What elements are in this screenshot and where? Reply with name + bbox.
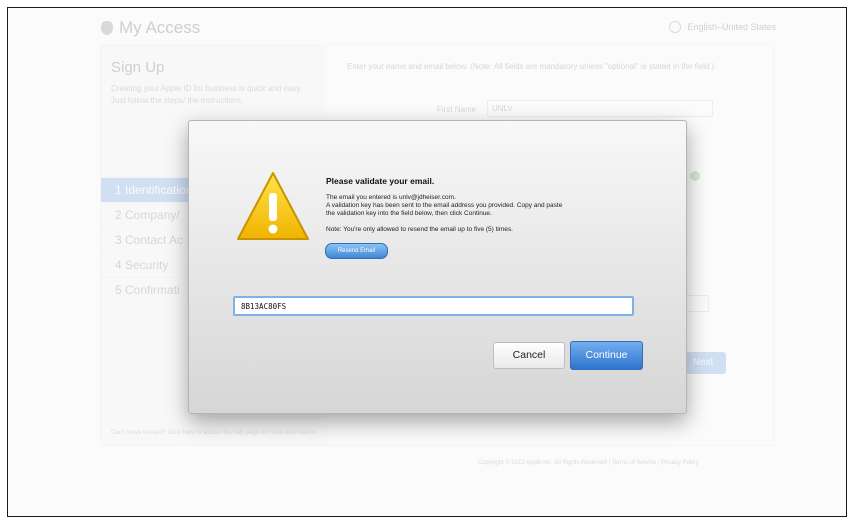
- dialog-email-text: The email you entered is unlv@jdheiser.c…: [326, 194, 456, 201]
- cancel-button[interactable]: Cancel: [493, 342, 565, 369]
- warning-icon: [237, 172, 309, 240]
- dialog-instructions-2: the validation key into the field below,…: [326, 210, 492, 217]
- sidebar-title: Sign Up: [111, 59, 165, 76]
- app-title: My Access: [119, 18, 201, 37]
- check-icon: [690, 171, 700, 181]
- apple-logo-icon: [101, 21, 113, 35]
- resend-email-button[interactable]: Resend Email: [325, 243, 388, 259]
- first-name-field[interactable]: UNLV: [487, 100, 713, 117]
- continue-button[interactable]: Continue: [570, 341, 643, 370]
- validation-key-input[interactable]: [233, 296, 634, 316]
- form-intro: Enter your name and email below. (Note: …: [347, 62, 715, 71]
- first-name-label: First Name: [437, 105, 477, 114]
- sidebar-description: Creating your Apple ID for business is q…: [111, 84, 303, 105]
- browser-viewport: My Access English–United States Sign Up …: [7, 7, 847, 517]
- dialog-title: Please validate your email.: [326, 176, 435, 186]
- page-footer: Copyright © 2012 Apple Inc. All Rights R…: [478, 460, 699, 466]
- language-label: English–United States: [687, 22, 776, 32]
- language-selector[interactable]: English–United States: [669, 21, 776, 33]
- sidebar-help-text[interactable]: Can't move forward? Click here to access…: [111, 429, 317, 437]
- dialog-instructions-1: A validation key has been sent to the em…: [326, 202, 563, 209]
- brand-header: My Access: [101, 18, 200, 38]
- dialog-note: Note: You're only allowed to resend the …: [326, 226, 513, 233]
- globe-icon: [669, 21, 682, 33]
- validate-email-dialog: Please validate your email. The email yo…: [188, 120, 687, 414]
